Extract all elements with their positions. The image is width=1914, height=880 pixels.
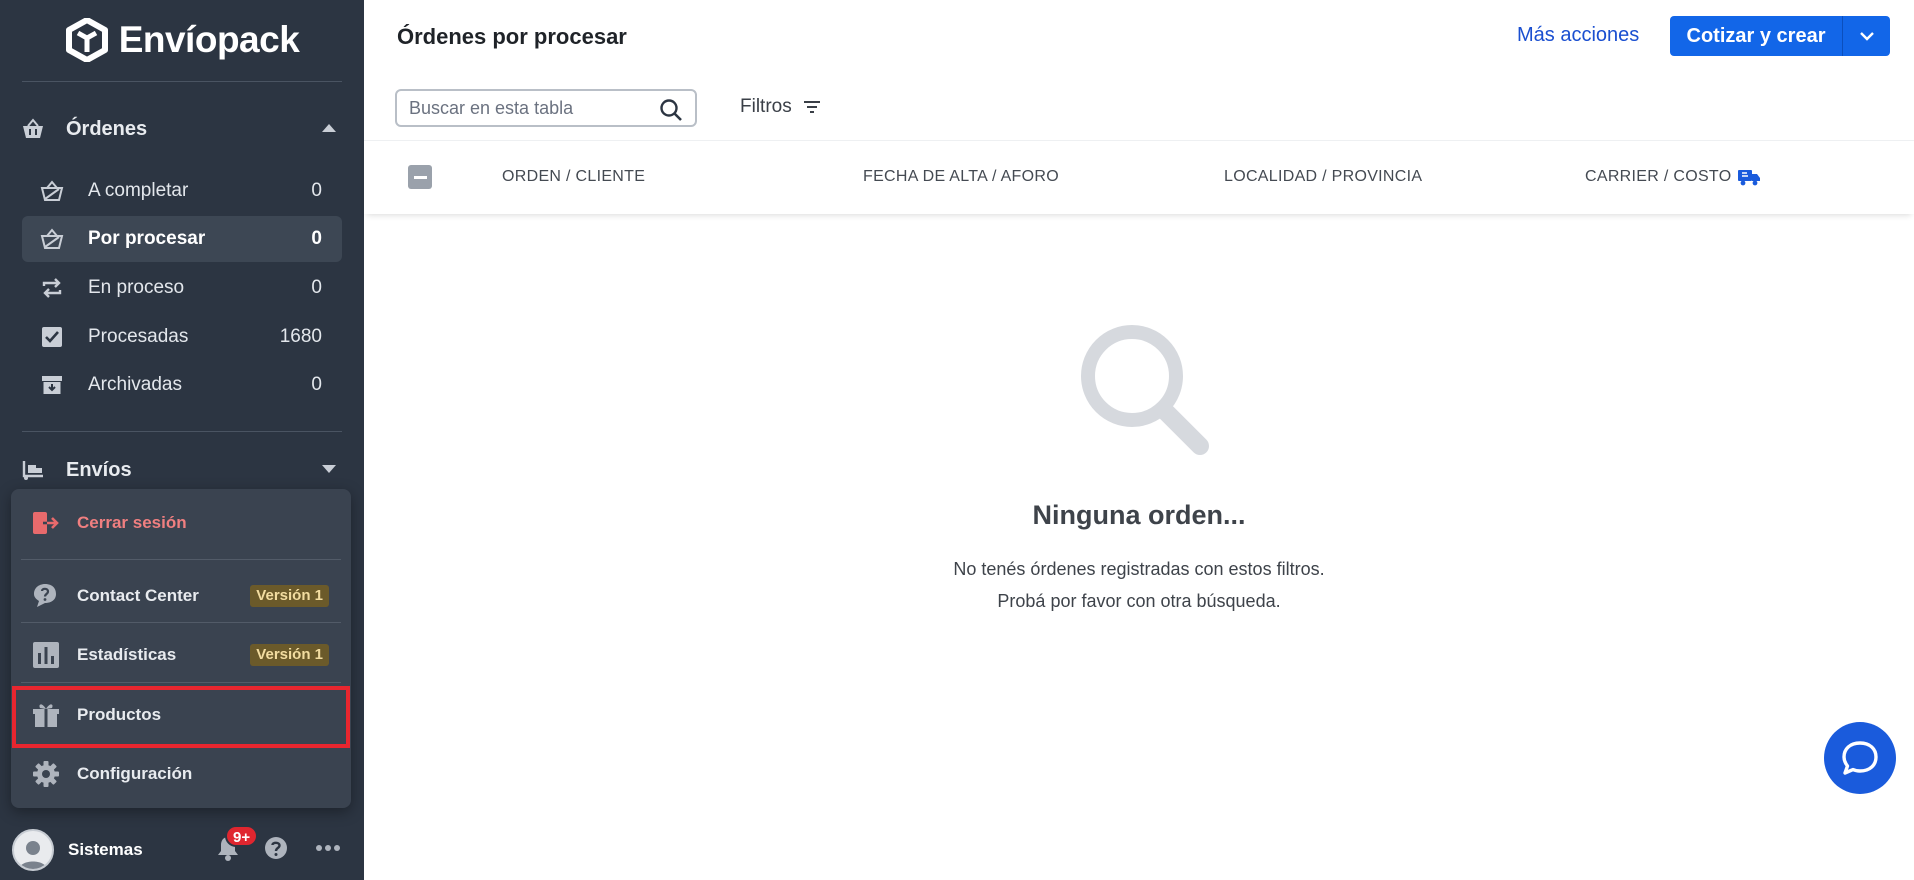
menu-item-label: Contact Center [77,586,199,605]
divider [22,431,342,432]
column-header-carrier-label: CARRIER / COSTO [1585,168,1732,185]
archive-icon [40,373,64,397]
empty-state-message: No tenés órdenes registradas con estos f… [953,559,1325,579]
sidebar-item-count: 0 [311,228,322,249]
user-footer: Sistemas [0,820,364,880]
page-title: Órdenes por procesar [397,24,627,49]
user-menu-popup: Cerrar sesión Contact Center Versión 1 E… [11,489,351,808]
more-actions-link[interactable]: Más acciones [1517,24,1639,47]
brand-logo[interactable]: Envíopack [0,0,364,80]
basket-pending-icon [40,179,64,203]
section-orders[interactable]: Órdenes [0,107,364,151]
chat-question-icon [31,581,61,611]
menu-item-label: Configuración [77,764,193,783]
user-icon [19,841,47,869]
menu-item-statistics[interactable]: Estadísticas Versión 1 [11,628,351,682]
section-orders-label: Órdenes [66,117,148,140]
chevron-down-icon[interactable] [1843,31,1890,41]
column-header-localidad[interactable]: LOCALIDAD / PROVINCIA [1224,168,1422,186]
bar-chart-icon [31,640,61,670]
chevron-up-icon [322,124,336,132]
menu-item-products[interactable]: Productos [11,688,351,742]
truck-icon [1738,170,1761,186]
section-shipments-label: Envíos [66,458,132,481]
sidebar-item-en-proceso[interactable]: En proceso 0 [22,265,342,311]
divider [21,622,341,623]
column-header-orden[interactable]: ORDEN / CLIENTE [502,168,645,186]
chat-bubble-icon [1842,741,1878,775]
dolly-icon [20,457,46,483]
more-options-icon[interactable] [312,832,344,864]
menu-item-contact-center[interactable]: Contact Center Versión 1 [11,569,351,623]
sidebar-item-archivadas[interactable]: Archivadas 0 [22,362,342,408]
sidebar-item-count: 0 [311,374,322,395]
sidebar-item-procesadas[interactable]: Procesadas 1680 [22,314,342,360]
sidebar-item-a-completar[interactable]: A completar 0 [22,168,342,214]
version-badge: Versión 1 [250,644,329,666]
filters-label: Filtros [740,96,792,117]
logout-label: Cerrar sesión [77,513,187,532]
menu-item-label: Productos [77,705,162,724]
chat-widget-button[interactable] [1824,722,1896,794]
sidebar-item-label: A completar [88,180,189,201]
logout-button[interactable]: Cerrar sesión [11,496,351,550]
sidebar-item-count: 0 [311,180,322,201]
repeat-icon [40,276,64,300]
search-icon[interactable] [659,98,683,127]
divider [21,559,341,560]
brand-name: Envíopack [118,19,300,60]
quote-create-label: Cotizar y crear [1686,24,1826,47]
checkbox-checked-icon [40,325,64,349]
quote-create-button[interactable]: Cotizar y crear [1670,16,1890,56]
filters-button[interactable]: Filtros [740,96,820,118]
divider [22,81,342,82]
chevron-down-icon [322,465,336,473]
select-all-checkbox[interactable] [408,165,432,189]
menu-item-label: Estadísticas [77,645,177,664]
gift-box-icon [31,700,61,730]
sidebar-item-label: Archivadas [88,374,182,395]
sidebar-item-count: 0 [311,277,322,298]
user-name[interactable]: Sistemas [68,840,210,860]
sidebar-item-label: Procesadas [88,326,189,347]
help-icon[interactable] [260,832,292,864]
filter-icon [803,101,820,113]
avatar[interactable] [12,829,54,871]
sidebar-item-count: 1680 [279,326,322,347]
menu-item-settings[interactable]: Configuración [11,747,351,801]
empty-state-title: Ninguna orden... [1032,500,1246,530]
sidebar-item-por-procesar[interactable]: Por procesar 0 [22,216,342,262]
column-header-fecha[interactable]: FECHA DE ALTA / AFORO [863,168,1059,186]
search-input[interactable] [409,97,649,119]
basket-icon [20,116,46,142]
notification-badge: 9+ [225,825,259,847]
divider [21,682,341,683]
column-header-carrier[interactable]: CARRIER / COSTO [1585,168,1761,186]
envio-logo-icon [65,18,108,62]
search-box [395,89,697,127]
gear-icon [31,759,61,789]
version-badge: Versión 1 [250,585,329,607]
basket-process-icon [40,227,64,251]
empty-state-hint: Probá por favor con otra búsqueda. [997,591,1281,611]
magnifier-empty-icon [1081,325,1209,455]
section-shipments[interactable]: Envíos [0,448,364,492]
table-header: ORDEN / CLIENTE FECHA DE ALTA / AFORO LO… [364,140,1914,214]
logout-icon [31,508,61,538]
sidebar-item-label: Por procesar [88,228,206,249]
sidebar-item-label: En proceso [88,277,185,298]
